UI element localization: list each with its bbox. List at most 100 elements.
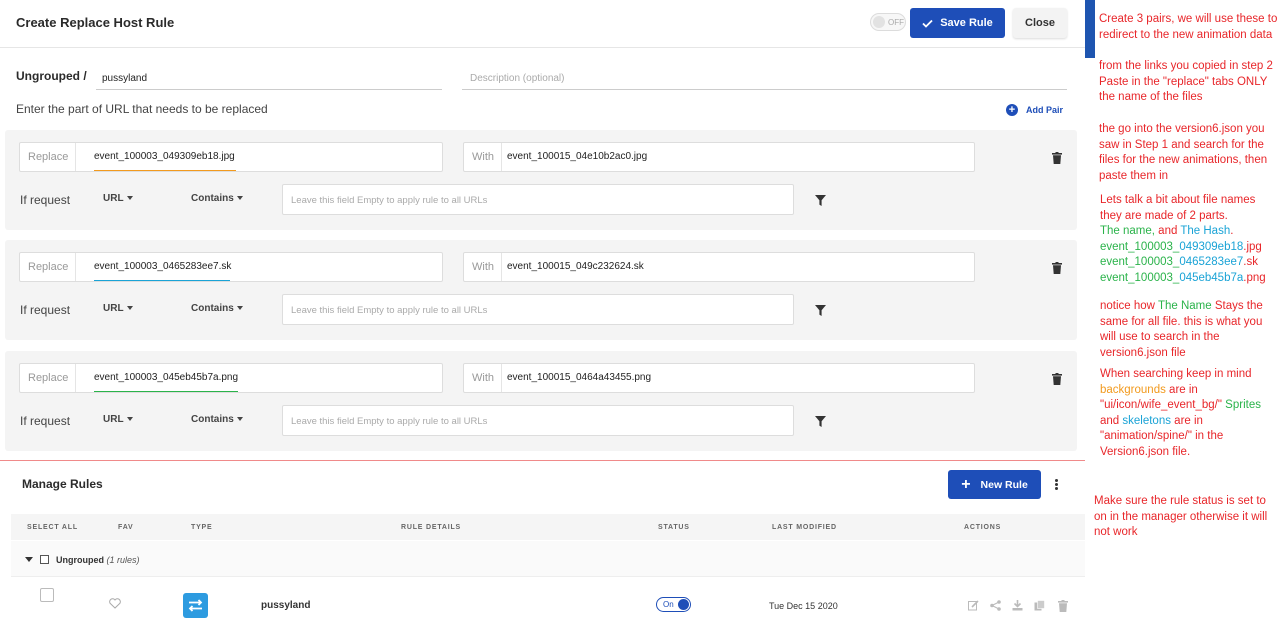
condition-input[interactable]: Leave this field Empty to apply rule to … xyxy=(282,405,794,436)
close-button[interactable]: Close xyxy=(1013,8,1067,38)
new-rule-label: New Rule xyxy=(980,478,1028,491)
source-value: URL xyxy=(103,414,124,425)
rule-name-input[interactable]: pussyland xyxy=(96,64,442,90)
rule-name-link[interactable]: pussyland xyxy=(261,600,310,611)
condition-input[interactable]: Leave this field Empty to apply rule to … xyxy=(282,294,794,325)
file-1-ext: .jpg xyxy=(1243,240,1262,253)
condition-input[interactable]: Leave this field Empty to apply rule to … xyxy=(282,184,794,215)
description-input[interactable]: Description (optional) xyxy=(462,64,1067,90)
column-rule-details: RULE DETAILS xyxy=(401,524,462,531)
filter-icon[interactable] xyxy=(815,195,826,206)
caret-down-icon xyxy=(236,417,243,422)
filter-icon[interactable] xyxy=(815,416,826,427)
add-pair-button[interactable]: + Add Pair xyxy=(1006,104,1063,116)
page-title: Create Replace Host Rule xyxy=(16,15,175,30)
replace-label: Replace xyxy=(20,143,77,171)
column-status: STATUS xyxy=(658,524,690,531)
operator-dropdown[interactable]: Contains xyxy=(191,414,243,425)
section-divider xyxy=(0,460,1085,461)
if-request-label: If request xyxy=(20,414,71,428)
note-sprites: Sprites xyxy=(1225,399,1261,411)
caret-down-icon xyxy=(126,196,133,201)
scrollbar[interactable] xyxy=(1085,0,1095,58)
source-dropdown[interactable]: URL xyxy=(103,303,133,314)
operator-dropdown[interactable]: Contains xyxy=(191,303,243,314)
with-input[interactable]: With event_100015_04e10b2ac0.jpg xyxy=(463,142,975,172)
note-same-name: notice how The Name Stays the same for a… xyxy=(1100,299,1278,361)
replace-value: event_100003_049309eb18.jpg xyxy=(94,151,235,162)
replace-value: event_100003_0465283ee7.sk xyxy=(94,261,232,272)
toggle-knob xyxy=(678,599,689,610)
screen: Create Replace Host Rule OFF Save Rule C… xyxy=(0,0,1280,641)
trash-icon[interactable] xyxy=(1052,373,1062,385)
copy-icon[interactable] xyxy=(1034,600,1045,611)
rule-status-toggle[interactable]: On xyxy=(656,597,691,612)
group-count: (1 rules) xyxy=(106,555,140,565)
if-request-label: If request xyxy=(20,303,71,317)
replace-input[interactable]: Replace event_100003_0465283ee7.sk xyxy=(19,252,443,282)
add-pair-label: Add Pair xyxy=(1026,105,1064,115)
group-checkbox[interactable] xyxy=(40,555,49,564)
new-rule-button[interactable]: + New Rule xyxy=(948,470,1041,499)
note-file-names-intro: Lets talk a bit about file names they ar… xyxy=(1100,194,1256,222)
replace-input[interactable]: Replace event_100003_049309eb18.jpg xyxy=(19,142,443,172)
group-row[interactable]: Ungrouped (1 rules) xyxy=(11,541,1086,577)
annotation-panel: Create 3 pairs, we will use these to red… xyxy=(1085,0,1280,641)
note-version-json: the go into the version6.json you saw in… xyxy=(1099,123,1268,182)
trash-icon[interactable] xyxy=(1052,262,1062,274)
more-options-icon[interactable] xyxy=(1055,479,1058,491)
replace-label: Replace xyxy=(20,253,77,281)
note-notice: notice how xyxy=(1100,300,1158,312)
if-request-label: If request xyxy=(20,193,71,207)
caret-down-icon xyxy=(126,306,133,311)
column-select-all[interactable]: SELECT ALL xyxy=(27,524,78,531)
operator-value: Contains xyxy=(191,303,234,314)
caret-down-icon xyxy=(236,196,243,201)
table-row[interactable]: pussyland On Tue Dec 15 2020 xyxy=(11,578,1086,634)
rule-status-toggle[interactable]: OFF xyxy=(870,13,906,31)
delete-icon[interactable] xyxy=(1058,600,1068,612)
file-3-hash: 045eb45b7a xyxy=(1179,271,1244,284)
file-1-name: event_100003_ xyxy=(1100,240,1180,253)
toggle-label: OFF xyxy=(888,18,904,27)
toggle-knob xyxy=(873,16,885,28)
file-1-hash: 049309eb18 xyxy=(1179,240,1244,253)
note-rule-status: Make sure the rule status is set to on i… xyxy=(1094,495,1268,538)
replace-input[interactable]: Replace event_100003_045eb45b7a.png xyxy=(19,363,443,393)
rule-editor: Create Replace Host Rule OFF Save Rule C… xyxy=(0,0,1086,641)
source-value: URL xyxy=(103,193,124,204)
heart-icon[interactable] xyxy=(109,598,121,609)
with-input[interactable]: With event_100015_0464a43455.png xyxy=(463,363,975,393)
plus-icon: + xyxy=(961,475,971,493)
collapse-icon[interactable] xyxy=(25,557,33,562)
column-type: TYPE xyxy=(191,524,213,531)
source-value: URL xyxy=(103,303,124,314)
table-header: SELECT ALL FAV TYPE RULE DETAILS STATUS … xyxy=(11,514,1086,540)
group-title: Ungrouped (1 rules) xyxy=(56,555,140,565)
highlight-underline xyxy=(94,391,238,392)
trash-icon[interactable] xyxy=(1052,152,1062,164)
header: Create Replace Host Rule OFF Save Rule C… xyxy=(0,0,1085,48)
source-dropdown[interactable]: URL xyxy=(103,193,133,204)
note-name-highlight: The Name xyxy=(1157,300,1212,312)
last-modified: Tue Dec 15 2020 xyxy=(769,601,838,611)
column-actions: ACTIONS xyxy=(964,524,1002,531)
caret-down-icon xyxy=(126,417,133,422)
source-dropdown[interactable]: URL xyxy=(103,414,133,425)
share-icon[interactable] xyxy=(990,600,1001,611)
with-value: event_100015_049c232624.sk xyxy=(507,261,644,272)
note-paste-replace: from the links you copied in step 2 Past… xyxy=(1099,60,1273,103)
filter-icon[interactable] xyxy=(815,305,826,316)
group-name: Ungrouped xyxy=(56,555,104,565)
with-label: With xyxy=(464,253,502,281)
with-value: event_100015_0464a43455.png xyxy=(507,372,652,383)
download-icon[interactable] xyxy=(1012,600,1023,611)
operator-dropdown[interactable]: Contains xyxy=(191,193,243,204)
file-2-name: event_100003_ xyxy=(1100,256,1180,268)
row-checkbox[interactable] xyxy=(40,588,54,602)
edit-icon[interactable] xyxy=(968,600,979,611)
note-and: and xyxy=(1154,225,1181,237)
save-rule-button[interactable]: Save Rule xyxy=(910,8,1005,38)
with-input[interactable]: With event_100015_049c232624.sk xyxy=(463,252,975,282)
operator-value: Contains xyxy=(191,414,234,425)
